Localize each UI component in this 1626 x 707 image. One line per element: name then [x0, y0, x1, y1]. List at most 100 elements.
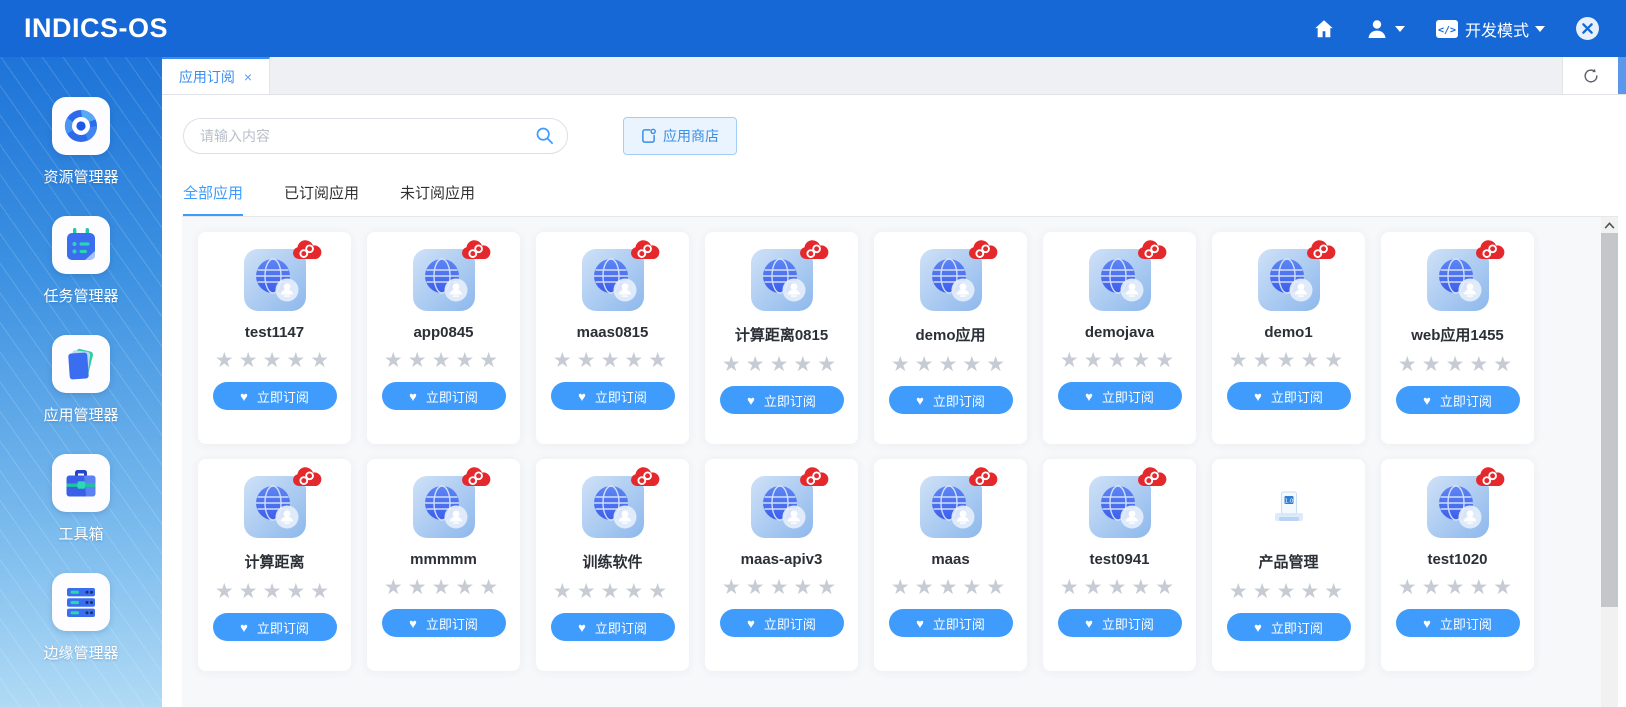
app-card-计算距离[interactable]: 1.0 计算距离 ★★★★★ ♥ 立即订阅	[198, 459, 351, 671]
home-button[interactable]	[1313, 18, 1335, 40]
app-card-test1020[interactable]: 1.0 test1020 ★★★★★ ♥ 立即订阅	[1381, 459, 1534, 671]
search-icon[interactable]	[535, 126, 554, 150]
sidebar-item-app-manager[interactable]: 应用管理器	[43, 335, 119, 425]
sidebar-item-toolbox[interactable]: 工具箱	[52, 454, 110, 544]
app-card-test1147[interactable]: 1.0 test1147 ★★★★★ ♥ 立即订阅	[198, 232, 351, 444]
app-name: 训练软件	[582, 554, 643, 571]
cloud-link-badge-icon	[461, 467, 490, 486]
chevron-up-icon	[1604, 221, 1615, 229]
app-store-label: 应用商店	[663, 128, 719, 144]
sidebar-item-resource-manager[interactable]: 资源管理器	[43, 97, 119, 187]
subscribe-button[interactable]: ♥ 立即订阅	[212, 382, 337, 410]
subscribe-button[interactable]: ♥ 立即订阅	[550, 613, 675, 641]
cloud-link-badge-icon	[1137, 240, 1166, 259]
star-icon: ★	[817, 576, 842, 599]
star-icon: ★	[1493, 353, 1518, 376]
subscribe-button[interactable]: ♥ 立即订阅	[212, 613, 337, 641]
subscribe-button[interactable]: ♥ 立即订阅	[1226, 613, 1351, 641]
star-icon: ★	[1324, 349, 1349, 372]
star-icon: ★	[817, 353, 842, 376]
app-card-mmmmm[interactable]: 1.0 mmmmm ★★★★★ ♥ 立即订阅	[367, 459, 520, 671]
dev-mode-switcher[interactable]: </> 开发模式	[1435, 17, 1545, 41]
app-card-maas[interactable]: 1.0 maas ★★★★★ ♥ 立即订阅	[874, 459, 1027, 671]
star-icon: ★	[576, 580, 601, 603]
star-icon: ★	[431, 576, 456, 599]
tab-app-subscription[interactable]: 应用订阅 ×	[162, 57, 270, 94]
heart-icon: ♥	[1254, 619, 1262, 635]
close-session-button[interactable]	[1575, 16, 1600, 41]
subscribe-label: 立即订阅	[256, 620, 309, 636]
app-card-maas-apiv3[interactable]: 1.0 maas-apiv3 ★★★★★ ♥ 立即订阅	[705, 459, 858, 671]
app-card-demo1[interactable]: 1.0 demo1 ★★★★★ ♥ 立即订阅	[1212, 232, 1365, 444]
subscribe-label: 立即订阅	[1101, 616, 1154, 632]
subscribe-button[interactable]: ♥ 立即订阅	[888, 386, 1013, 414]
app-card-产品管理[interactable]: 1.0 产品管理 ★★★★★ ♥ 立即订阅	[1212, 459, 1365, 671]
user-menu[interactable]	[1365, 17, 1405, 41]
app-card-计算距离0815[interactable]: 1.0 计算距离0815 ★★★★★ ♥ 立即订阅	[705, 232, 858, 444]
star-icon: ★	[214, 349, 239, 372]
subscribe-button[interactable]: ♥ 立即订阅	[1226, 382, 1351, 410]
subscribe-button[interactable]: ♥ 立即订阅	[550, 382, 675, 410]
app-card-web应用1455[interactable]: 1.0 web应用1455 ★★★★★ ♥ 立即订阅	[1381, 232, 1534, 444]
filter-tab-all-apps[interactable]: 全部应用	[183, 182, 244, 216]
search-input[interactable]	[183, 118, 568, 154]
app-card-demo应用[interactable]: 1.0 demo应用 ★★★★★ ♥ 立即订阅	[874, 232, 1027, 444]
star-icon: ★	[1397, 576, 1422, 599]
heart-icon: ♥	[916, 615, 924, 631]
tab-label: 应用订阅	[178, 68, 235, 85]
vertical-scrollbar[interactable]	[1601, 217, 1618, 707]
cloud-link-badge-icon	[292, 240, 321, 259]
star-icon: ★	[214, 580, 239, 603]
filter-tab-unsubscribed-apps[interactable]: 未订阅应用	[400, 182, 475, 216]
cloud-link-badge-icon	[1475, 467, 1504, 486]
subscribe-button[interactable]: ♥ 立即订阅	[719, 609, 844, 637]
subscribe-button[interactable]: ♥ 立即订阅	[1395, 609, 1520, 637]
tab-bar: 应用订阅 ×	[162, 57, 1626, 95]
star-icon: ★	[624, 580, 649, 603]
app-name: test1147	[244, 324, 305, 341]
app-icon-wrap: 1.0	[750, 240, 828, 311]
app-card-demojava[interactable]: 1.0 demojava ★★★★★ ♥ 立即订阅	[1043, 232, 1196, 444]
app-icon-wrap: 1.0	[243, 467, 321, 538]
scrollbar-up-button[interactable]	[1601, 217, 1618, 233]
scrollbar-thumb[interactable]	[1601, 233, 1618, 607]
star-icon: ★	[262, 349, 287, 372]
subscribe-button[interactable]: ♥ 立即订阅	[1057, 382, 1182, 410]
task-manager-icon	[51, 216, 110, 274]
sidebar-item-edge-manager[interactable]: 边缘管理器	[43, 573, 119, 663]
sidebar-item-label: 任务管理器	[43, 288, 119, 305]
filter-tab-subscribed-apps[interactable]: 已订阅应用	[284, 182, 359, 216]
heart-icon: ♥	[747, 392, 755, 408]
cloud-link-badge-icon	[799, 240, 828, 259]
app-card-test0941[interactable]: 1.0 test0941 ★★★★★ ♥ 立即订阅	[1043, 459, 1196, 671]
subscribe-label: 立即订阅	[1270, 389, 1323, 405]
star-icon: ★	[721, 353, 746, 376]
subscribe-button[interactable]: ♥ 立即订阅	[381, 382, 506, 410]
subscribe-button[interactable]: ♥ 立即订阅	[719, 386, 844, 414]
star-icon: ★	[407, 576, 432, 599]
app-card-app0845[interactable]: 1.0 app0845 ★★★★★ ♥ 立即订阅	[367, 232, 520, 444]
app-grid-panel: 1.0 test1147 ★★★★★ ♥ 立即订阅	[182, 216, 1618, 707]
subscribe-button[interactable]: ♥ 立即订阅	[381, 609, 506, 637]
tab-bar-spacer	[270, 57, 1562, 94]
subscribe-button[interactable]: ♥ 立即订阅	[888, 609, 1013, 637]
heart-icon: ♥	[578, 388, 586, 404]
edge-manager-icon	[51, 573, 110, 631]
refresh-button[interactable]	[1562, 57, 1618, 94]
app-card-训练软件[interactable]: 1.0 训练软件 ★★★★★ ♥ 立即订阅	[536, 459, 689, 671]
app-name: mmmmm	[410, 551, 477, 568]
app-manager-icon	[51, 335, 110, 393]
star-icon: ★	[890, 576, 915, 599]
subscribe-button[interactable]: ♥ 立即订阅	[1395, 386, 1520, 414]
star-icon: ★	[310, 580, 335, 603]
subscribe-button[interactable]: ♥ 立即订阅	[1057, 609, 1182, 637]
tab-close-icon[interactable]: ×	[244, 70, 252, 84]
star-icon: ★	[1421, 353, 1446, 376]
app-card-maas0815[interactable]: 1.0 maas0815 ★★★★★ ♥ 立即订阅	[536, 232, 689, 444]
rating-stars: ★★★★★	[1229, 581, 1348, 602]
app-store-button[interactable]: 应用商店	[623, 117, 737, 155]
rating-stars: ★★★★★	[553, 581, 672, 602]
refresh-icon	[1583, 68, 1598, 82]
sidebar-item-label: 应用管理器	[43, 407, 119, 424]
sidebar-item-task-manager[interactable]: 任务管理器	[43, 216, 119, 306]
